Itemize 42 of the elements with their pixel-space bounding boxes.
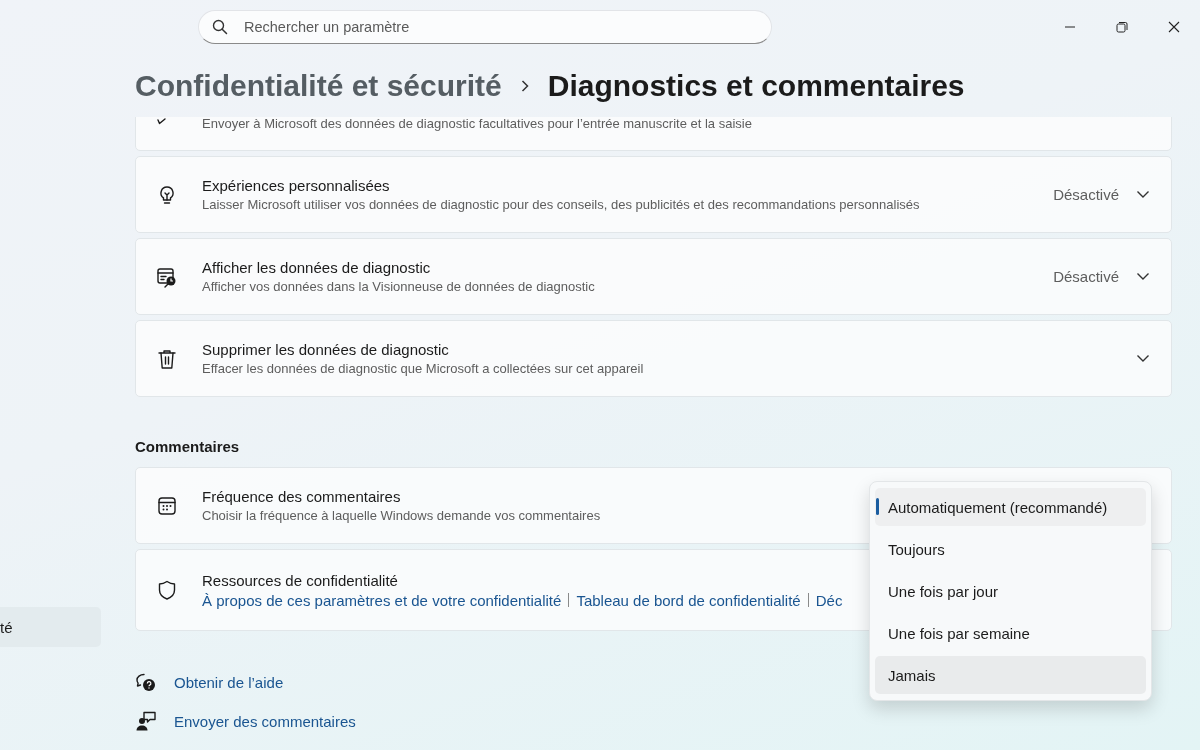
setting-title: Supprimer les données de diagnostic: [202, 341, 449, 358]
shield-icon: [156, 579, 178, 601]
chevron-down-icon[interactable]: [1136, 272, 1150, 281]
setting-title: Expériences personnalisées: [202, 177, 390, 194]
setting-card[interactable]: Expériences personnalisées Laisser Microsoft utiliser vos données de diagnostic pour des conseils, des publicités et des recommandations personnalisés Désactivé: [135, 156, 1172, 233]
menu-option[interactable]: Automatiquement (recommandé): [875, 488, 1146, 526]
setting-card[interactable]: Afficher les données de diagnostic Afficher vos données dans la Visionneuse de données de diagnostic Désactivé: [135, 238, 1172, 315]
link[interactable]: Envoyer des commentaires: [174, 712, 356, 730]
chevron-down-icon[interactable]: [1136, 354, 1150, 363]
menu-option[interactable]: Jamais: [875, 656, 1146, 694]
chevron-down-icon[interactable]: [1136, 190, 1150, 199]
setting-description: Effacer les données de diagnostic que Microsoft a collectées sur cet appareil: [202, 361, 644, 376]
setting-title: Afficher les données de diagnostic: [202, 259, 431, 276]
search-icon: [212, 19, 228, 35]
link[interactable]: À propos de ces paramètres et de votre confidentialité: [202, 591, 562, 609]
setting-description: Laisser Microsoft utiliser vos données de diagnostic pour des conseils, des publicités et des recommandations personnalisés: [202, 197, 920, 212]
help-icon: [135, 671, 157, 693]
chevron-right-icon: [519, 78, 530, 93]
link[interactable]: Tableau de bord de confidentialité: [576, 591, 801, 609]
search-field[interactable]: Rechercher un paramètre: [198, 10, 772, 44]
nav-item[interactable]: té: [0, 607, 101, 647]
data-viewer-icon: [156, 265, 178, 288]
trash-icon: [156, 347, 178, 370]
restore-icon: [1116, 21, 1128, 33]
menu-option[interactable]: Une fois par jour: [875, 572, 1146, 610]
feedback-icon: [135, 710, 157, 732]
status-text: Désactivé: [1053, 268, 1119, 285]
section-heading: Commentaires: [135, 438, 241, 457]
calendar-icon: [156, 494, 178, 517]
setting-title: Ressources de confidentialité: [202, 571, 398, 589]
setting-description: Choisir la fréquence à laquelle Windows demande vos commentaires: [202, 508, 601, 523]
setting-description: Afficher vos données dans la Visionneuse de données de diagnostic: [202, 279, 595, 294]
close-icon: [1168, 21, 1180, 33]
setting-title: Fréquence des commentaires: [202, 488, 401, 505]
link[interactable]: Déc: [815, 591, 843, 609]
setting-description: Envoyer à Microsoft des données de diagnostic facultatives pour l’entrée manuscrite et la saisie: [202, 117, 752, 131]
breadcrumb-link[interactable]: Confidentialité et sécurité: [135, 68, 502, 103]
setting-card[interactable]: Envoyer à Microsoft des données de diagnostic facultatives pour l’entrée manuscrite et la saisie: [135, 117, 1172, 151]
link[interactable]: Obtenir de l’aide: [174, 673, 284, 691]
status-text: Désactivé: [1053, 186, 1119, 203]
page-title: Diagnostics et commentaires: [547, 68, 965, 103]
setting-card[interactable]: Supprimer les données de diagnostic Effacer les données de diagnostic que Microsoft a collectées sur cet appareil: [135, 320, 1172, 397]
